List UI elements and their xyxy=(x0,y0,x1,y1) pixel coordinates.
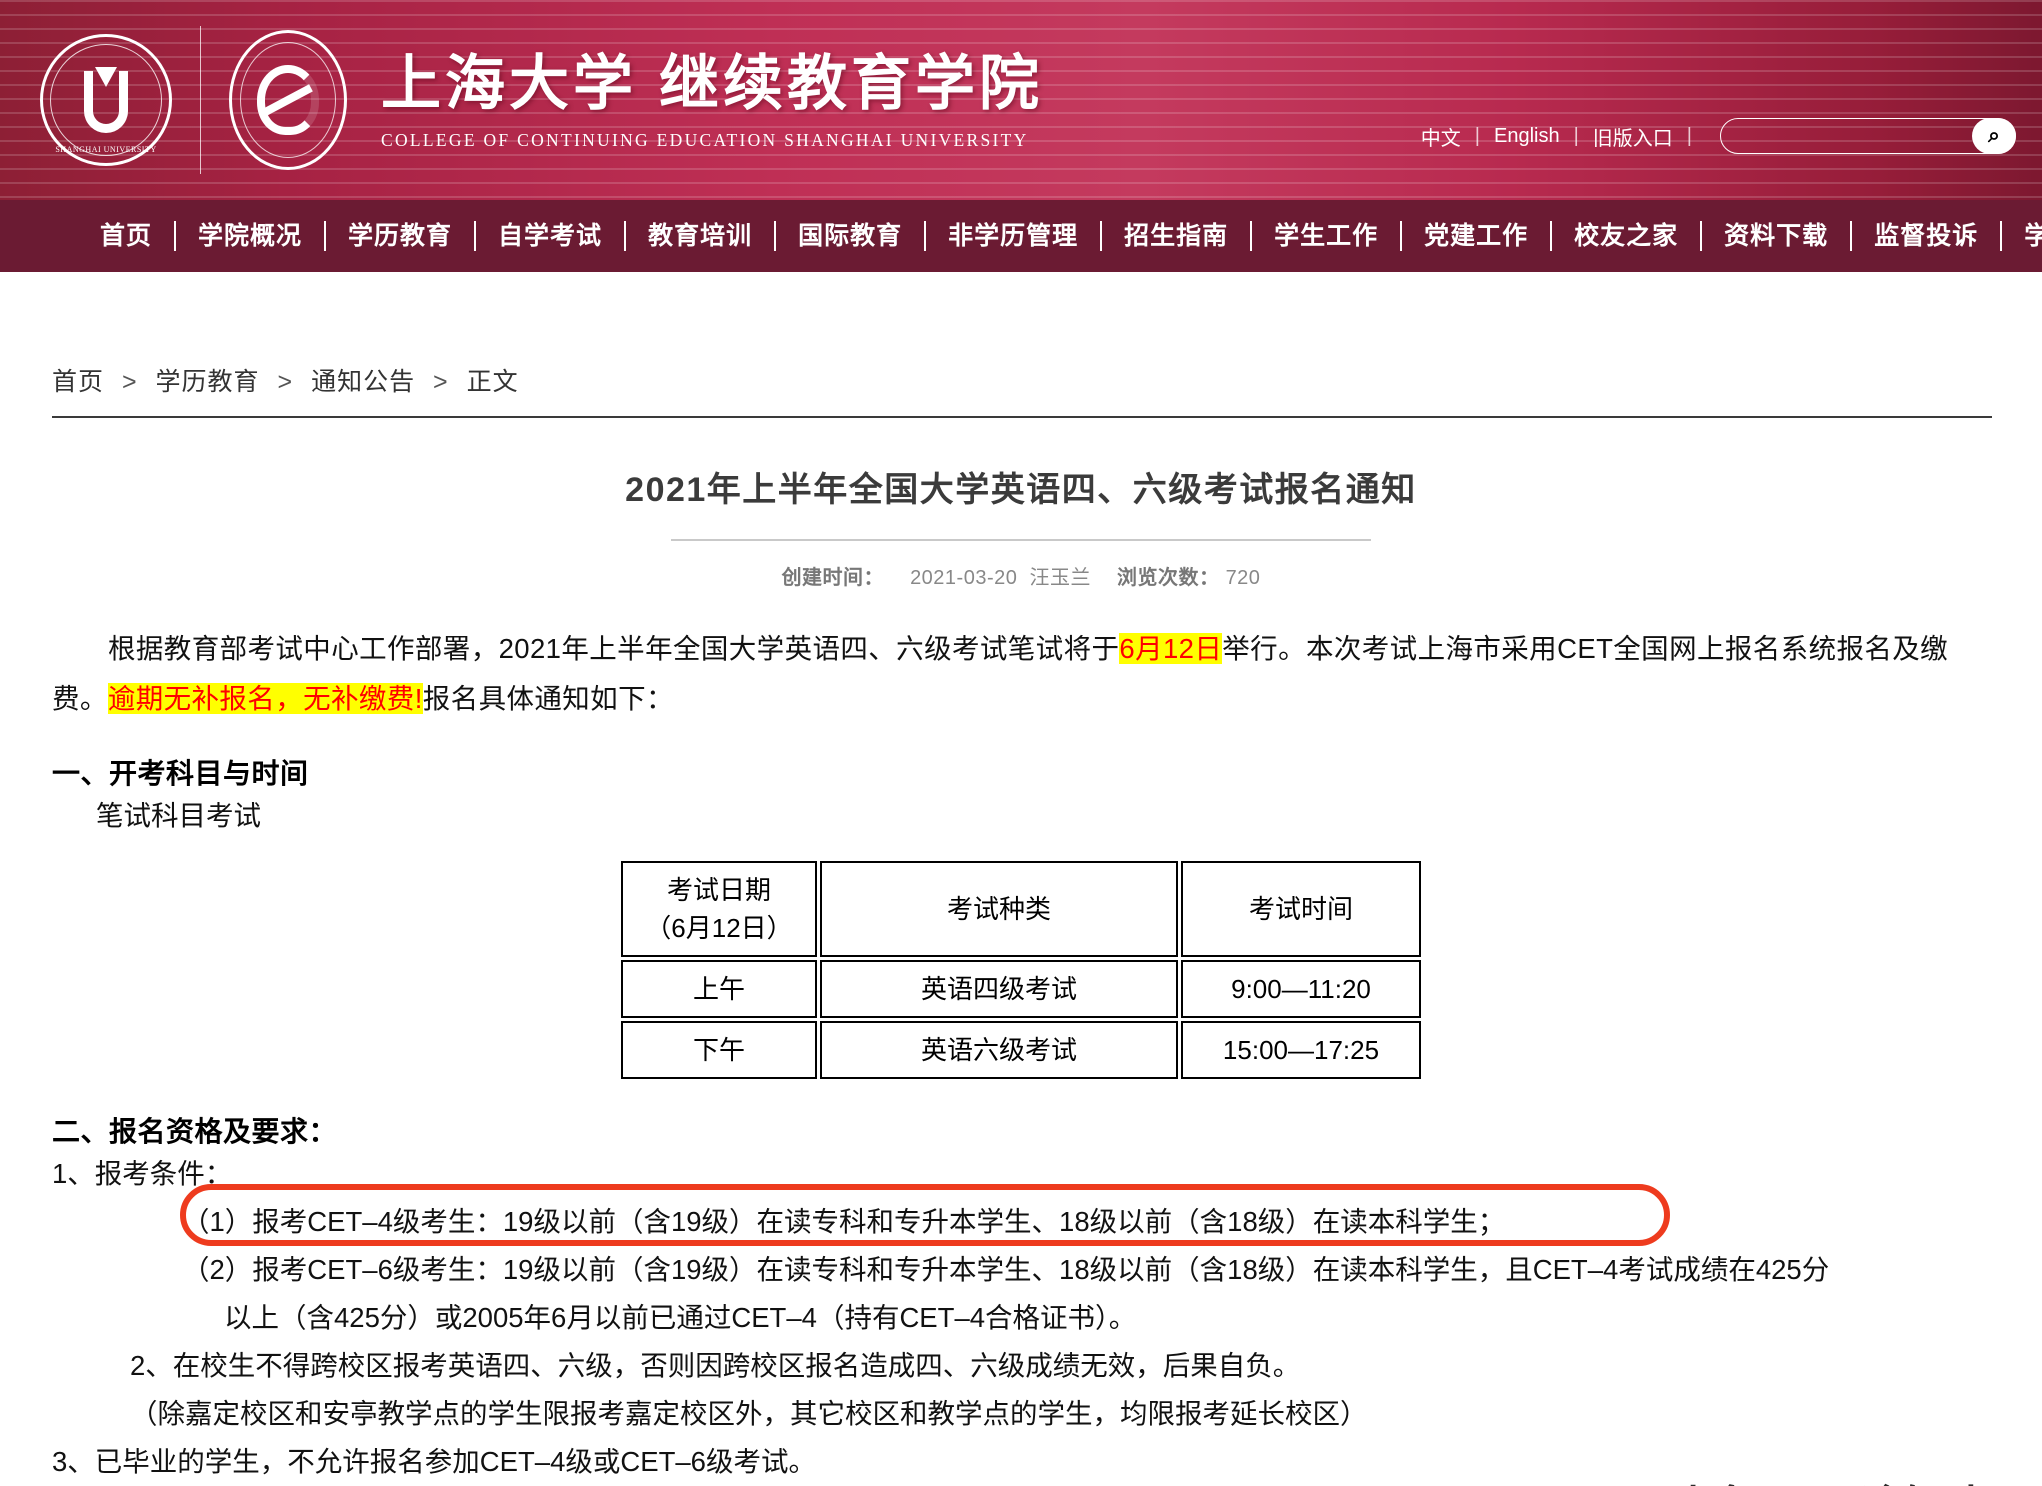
nav-item-self-study-exam[interactable]: 自学考试 xyxy=(476,219,624,253)
meta-views-count: 720 xyxy=(1226,567,1261,589)
nav-item-degree-education[interactable]: 学历教育 xyxy=(326,219,474,253)
highlight-exam-date: 6月12日 xyxy=(1119,633,1222,664)
util-separator-3: | xyxy=(1687,125,1692,148)
table-header-date-line1: 考试日期 xyxy=(667,875,771,905)
brand-text: 上海大学继续教育学院 COLLEGE OF CONTINUING EDUCATI… xyxy=(381,49,1043,151)
lang-link-chinese[interactable]: 中文 xyxy=(1421,122,1461,151)
search-input[interactable] xyxy=(1735,119,1959,153)
cell-time-cet6: 15:00—17:25 xyxy=(1181,1021,1421,1079)
top-utility-bar: 中文 | English | 旧版入口 | ⌕ xyxy=(1421,118,2016,154)
cell-type-cet6: 英语六级考试 xyxy=(820,1021,1178,1079)
nav-item-intranet[interactable]: 学院内网 xyxy=(2002,219,2042,253)
intro-part-c: 报名具体通知如下： xyxy=(423,683,674,714)
breadcrumb-item-degree-education[interactable]: 学历教育 xyxy=(156,368,260,396)
util-separator-2: | xyxy=(1574,125,1579,148)
brand-lockup: SHANGHAI UNIVERSITY 上海大学继续教育学院 COLLEGE O… xyxy=(40,0,1043,200)
page-content: 首页 > 学历教育 > 通知公告 > 正文 2021年上半年全国大学英语四、六级… xyxy=(0,362,2042,1486)
nav-item-downloads[interactable]: 资料下载 xyxy=(1702,219,1850,253)
main-navigation: 首页 学院概况 学历教育 自学考试 教育培训 国际教育 非学历管理 招生指南 学… xyxy=(0,200,2042,272)
nav-item-non-degree-management[interactable]: 非学历管理 xyxy=(926,219,1100,253)
table-header-date: 考试日期 （6月12日） xyxy=(621,861,817,957)
watermark-prefix: 头条 xyxy=(1668,1471,1758,1486)
legacy-site-link[interactable]: 旧版入口 xyxy=(1593,122,1673,151)
highlight-no-late-registration: 逾期无补报名，无补缴费! xyxy=(108,683,423,714)
meta-created-label: 创建时间： xyxy=(782,567,885,589)
breadcrumb: 首页 > 学历教育 > 通知公告 > 正文 xyxy=(52,362,1990,398)
article-meta: 创建时间： 2021-03-20 汪玉兰 浏览次数： 720 xyxy=(52,561,1990,590)
section2-item1-label: 1、报考条件： xyxy=(52,1150,1990,1198)
section1-subline: 笔试科目考试 xyxy=(52,792,1990,840)
table-header-type: 考试种类 xyxy=(820,861,1178,957)
highlighted-requirement-wrap: （1）报考CET–4级考生：19级以前（含19级）在读专科和专升本学生、18级以… xyxy=(52,1198,1990,1246)
search-icon[interactable]: ⌕ xyxy=(1972,118,2016,154)
nav-item-alumni-home[interactable]: 校友之家 xyxy=(1552,219,1700,253)
watermark: 头条 @研途知事 xyxy=(1668,1471,1994,1486)
page-title: 2021年上半年全国大学英语四、六级考试报名通知 xyxy=(52,462,1990,511)
breadcrumb-rule xyxy=(52,416,1992,418)
section2-heading: 二、报名资格及要求： xyxy=(52,1110,1990,1150)
table-header-date-line2: （6月12日） xyxy=(645,913,792,943)
nav-item-home[interactable]: 首页 xyxy=(78,219,174,253)
breadcrumb-item-current: 正文 xyxy=(467,368,519,396)
search-box[interactable]: ⌕ xyxy=(1720,118,2016,154)
cell-date-afternoon: 下午 xyxy=(621,1021,817,1079)
brand-divider xyxy=(200,26,201,174)
college-seal-icon xyxy=(229,30,347,170)
nav-item-education-training[interactable]: 教育培训 xyxy=(626,219,774,253)
section2-item2-note: （除嘉定校区和安亭教学点的学生限报考嘉定校区外，其它校区和教学点的学生，均限报考… xyxy=(52,1390,1990,1438)
lang-link-english[interactable]: English xyxy=(1494,125,1560,148)
brand-title-row: 上海大学继续教育学院 xyxy=(381,49,1043,120)
watermark-handle: @研途知事 xyxy=(1770,1471,1994,1486)
nav-item-admission-guide[interactable]: 招生指南 xyxy=(1102,219,1250,253)
nav-item-international-education[interactable]: 国际教育 xyxy=(776,219,924,253)
breadcrumb-separator: > xyxy=(433,368,449,396)
cell-date-morning: 上午 xyxy=(621,960,817,1018)
intro-part-a: 根据教育部考试中心工作部署，2021年上半年全国大学英语四、六级考试笔试将于 xyxy=(108,633,1119,664)
section2-item2: 2、在校生不得跨校区报考英语四、六级，否则因跨校区报名造成四、六级成绩无效，后果… xyxy=(52,1342,1990,1390)
nav-item-supervision-complaints[interactable]: 监督投诉 xyxy=(1852,219,2000,253)
site-header-banner: SHANGHAI UNIVERSITY 上海大学继续教育学院 COLLEGE O… xyxy=(0,0,2042,200)
meta-rule xyxy=(671,539,1371,541)
article-header: 2021年上半年全国大学英语四、六级考试报名通知 创建时间： 2021-03-20… xyxy=(52,462,1990,590)
nav-item-college-overview[interactable]: 学院概况 xyxy=(176,219,324,253)
util-separator-1: | xyxy=(1475,125,1480,148)
meta-created-date: 2021-03-20 xyxy=(910,567,1017,589)
section1-heading: 一、开考科目与时间 xyxy=(52,752,1990,792)
cell-type-cet4: 英语四级考试 xyxy=(820,960,1178,1018)
meta-author: 汪玉兰 xyxy=(1030,567,1092,589)
meta-views-label: 浏览次数： xyxy=(1117,567,1220,589)
section2-item1-1: （1）报考CET–4级考生：19级以前（含19级）在读专科和专升本学生、18级以… xyxy=(52,1198,1990,1246)
exam-schedule-table: 考试日期 （6月12日） 考试种类 考试时间 上午 英语四级考试 9:00—11… xyxy=(618,858,1424,1082)
breadcrumb-item-announcements[interactable]: 通知公告 xyxy=(311,368,415,396)
breadcrumb-separator: > xyxy=(122,368,138,396)
section2-item1-2-line1: （2）报考CET–6级考生：19级以前（含19级）在读专科和专升本学生、18级以… xyxy=(52,1246,1990,1294)
section2-item1-2-line2: 以上（含425分）或2005年6月以前已通过CET–4（持有CET–4合格证书）… xyxy=(52,1294,1990,1342)
nav-item-party-building[interactable]: 党建工作 xyxy=(1402,219,1550,253)
brand-title-sub: 继续教育学院 xyxy=(659,51,1043,117)
nav-item-student-affairs[interactable]: 学生工作 xyxy=(1252,219,1400,253)
table-row: 上午 英语四级考试 9:00—11:20 xyxy=(621,960,1421,1018)
brand-title-main: 上海大学 xyxy=(381,51,637,117)
breadcrumb-separator: > xyxy=(278,368,294,396)
table-row: 下午 英语六级考试 15:00—17:25 xyxy=(621,1021,1421,1079)
breadcrumb-item-home[interactable]: 首页 xyxy=(52,368,104,396)
intro-paragraph: 根据教育部考试中心工作部署，2021年上半年全国大学英语四、六级考试笔试将于6月… xyxy=(52,624,1990,724)
cell-time-cet4: 9:00—11:20 xyxy=(1181,960,1421,1018)
brand-subtitle-en: COLLEGE OF CONTINUING EDUCATION SHANGHAI… xyxy=(381,130,1043,151)
table-header-row: 考试日期 （6月12日） 考试种类 考试时间 xyxy=(621,861,1421,957)
table-header-time: 考试时间 xyxy=(1181,861,1421,957)
seal-su-caption: SHANGHAI UNIVERSITY xyxy=(43,145,169,154)
shanghai-university-seal-icon: SHANGHAI UNIVERSITY xyxy=(40,34,172,166)
